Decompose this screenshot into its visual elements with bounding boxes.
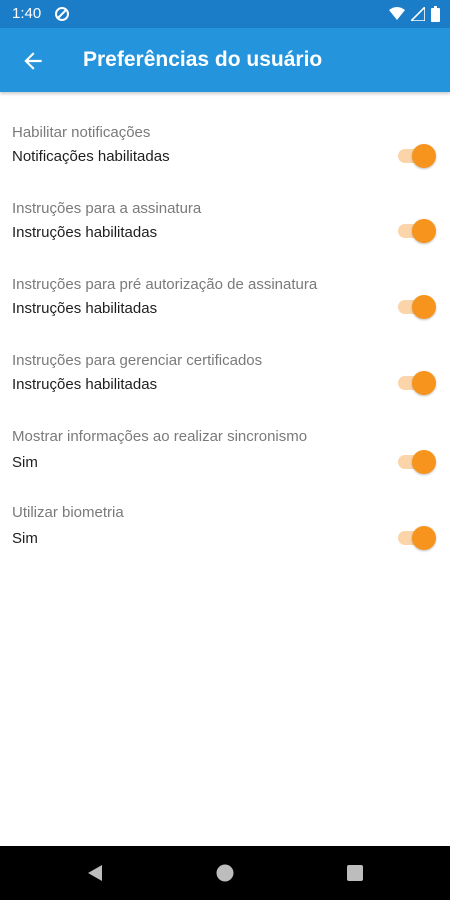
preference-summary: Notificações habilitadas	[12, 148, 170, 165]
page-title: Preferências do usuário	[83, 48, 323, 71]
preference-summary: Instruções habilitadas	[12, 224, 158, 241]
preference-title: Instruções para pré autorização de assin…	[12, 276, 318, 293]
status-bar: 1:40	[0, 0, 450, 28]
home-circle-icon[interactable]	[215, 863, 235, 883]
preference-biometrics[interactable]: Utilizar biometria Sim	[0, 496, 450, 570]
preference-title: Instruções para gerenciar certificados	[12, 352, 263, 369]
switch-thumb	[412, 219, 436, 243]
switch-thumb	[412, 144, 436, 168]
preference-pre-authorization-instructions[interactable]: Instruções para pré autorização de assin…	[0, 268, 450, 342]
notifications-toggle[interactable]	[396, 143, 436, 169]
preference-summary: Sim	[12, 454, 38, 471]
preference-signature-instructions[interactable]: Instruções para a assinatura Instruções …	[0, 192, 450, 266]
switch-thumb	[412, 371, 436, 395]
preference-enable-notifications[interactable]: Habilitar notificações Notificações habi…	[0, 116, 450, 190]
preference-summary: Sim	[12, 530, 38, 547]
status-time: 1:40	[12, 5, 42, 22]
preference-summary: Instruções habilitadas	[12, 376, 158, 393]
preference-sync-info[interactable]: Mostrar informações ao realizar sincroni…	[0, 420, 450, 494]
signature-instructions-toggle[interactable]	[396, 218, 436, 244]
preference-title: Instruções para a assinatura	[12, 200, 202, 217]
cellular-signal-icon	[411, 7, 425, 21]
data-saver-icon	[55, 7, 69, 21]
wifi-icon	[389, 7, 405, 20]
navigation-bar	[0, 846, 450, 900]
back-triangle-icon[interactable]	[85, 863, 105, 883]
preference-title: Utilizar biometria	[12, 504, 124, 521]
preference-certificate-instructions[interactable]: Instruções para gerenciar certificados I…	[0, 344, 450, 418]
app-bar: Preferências do usuário	[0, 28, 450, 92]
sync-info-toggle[interactable]	[396, 449, 436, 475]
battery-icon	[431, 6, 440, 22]
back-arrow-icon[interactable]	[20, 48, 46, 74]
preference-title: Mostrar informações ao realizar sincroni…	[12, 428, 308, 445]
certificate-instructions-toggle[interactable]	[396, 370, 436, 396]
preference-title: Habilitar notificações	[12, 124, 151, 141]
switch-thumb	[412, 295, 436, 319]
recents-square-icon[interactable]	[345, 863, 365, 883]
switch-thumb	[412, 450, 436, 474]
status-icons	[389, 6, 440, 22]
switch-thumb	[412, 526, 436, 550]
pre-authorization-instructions-toggle[interactable]	[396, 294, 436, 320]
preference-summary: Instruções habilitadas	[12, 300, 158, 317]
biometrics-toggle[interactable]	[396, 525, 436, 551]
